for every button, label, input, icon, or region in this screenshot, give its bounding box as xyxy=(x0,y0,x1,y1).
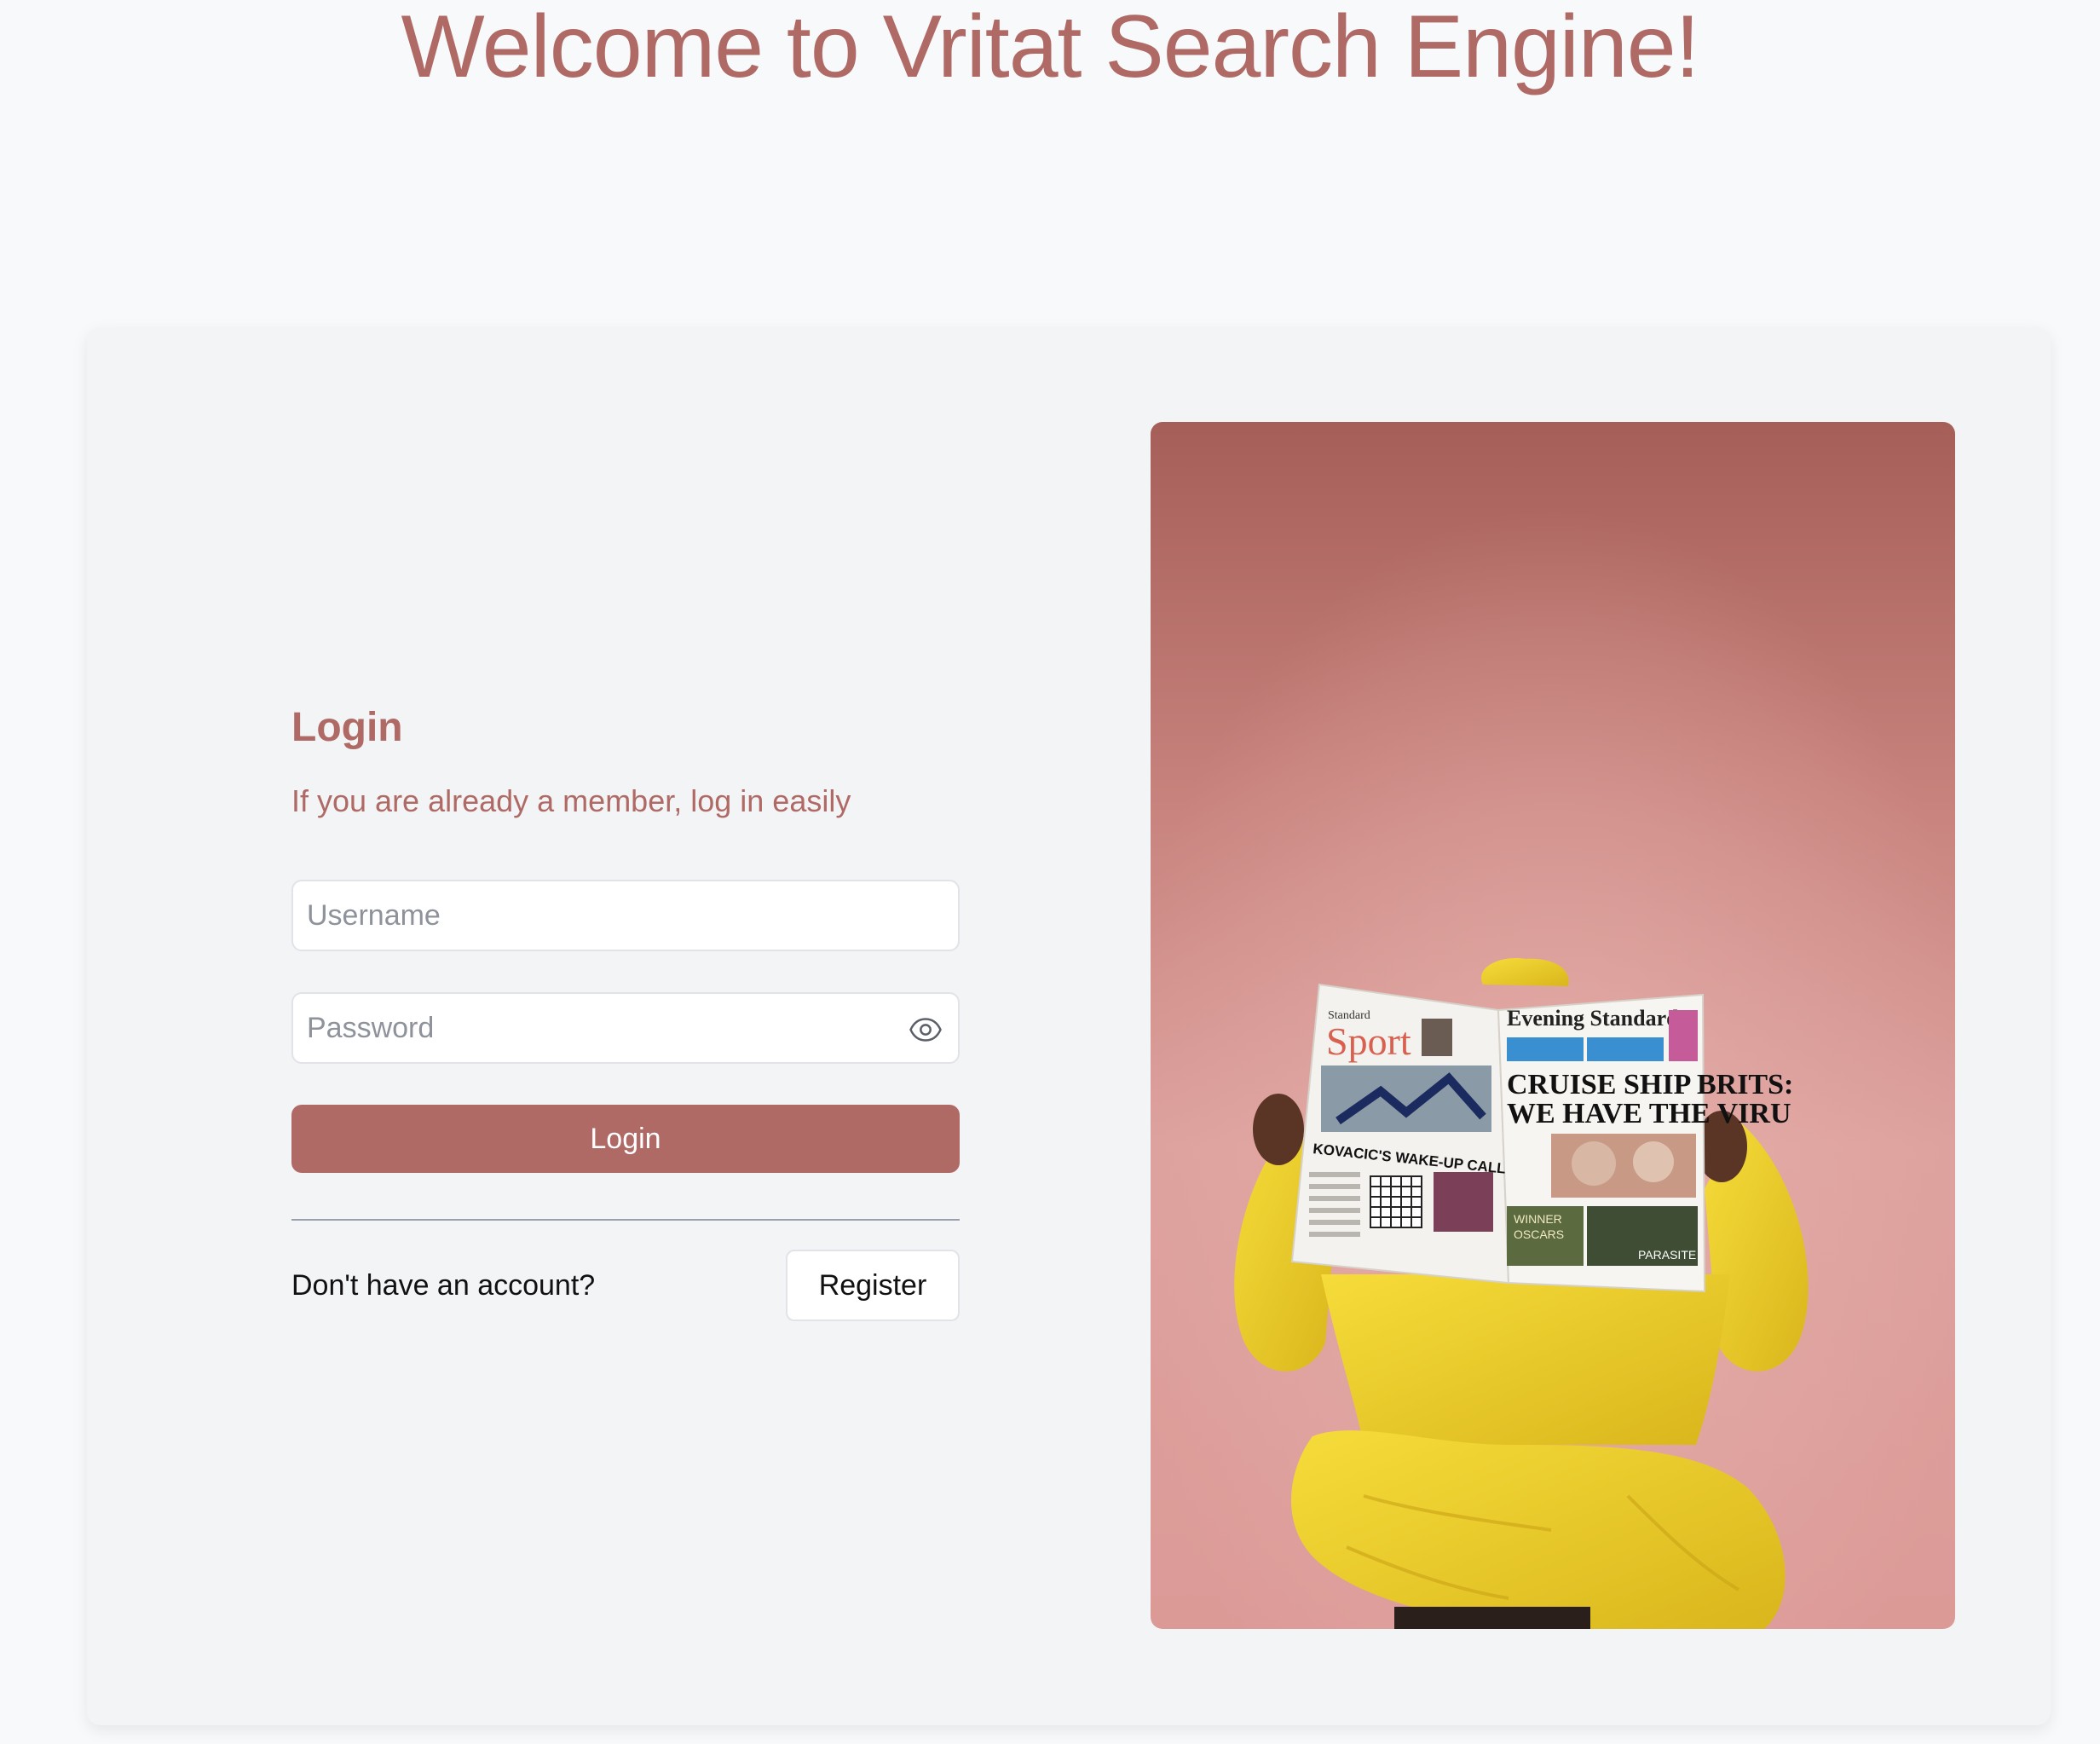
newspaper-parasite: PARASITE xyxy=(1638,1248,1696,1262)
divider xyxy=(291,1219,960,1221)
newspaper-badge-winner: WINNER xyxy=(1514,1212,1562,1226)
login-button[interactable]: Login xyxy=(291,1105,960,1173)
password-input[interactable] xyxy=(293,994,958,1062)
eye-icon[interactable] xyxy=(909,1013,943,1047)
login-card: Login If you are already a member, log i… xyxy=(87,327,2051,1725)
newspaper-badge-oscars: OSCARS xyxy=(1514,1227,1564,1241)
newspaper-headline-1: CRUISE SHIP BRITS: xyxy=(1507,1069,1793,1100)
register-row: Don't have an account? Register xyxy=(291,1250,960,1321)
login-subtitle: If you are already a member, log in easi… xyxy=(291,783,851,818)
hero-image: Standard Sport KOVACIC'S WAKE-UP CALL Ev… xyxy=(1151,422,1955,1629)
login-form: Login If you are already a member, log i… xyxy=(291,702,960,1321)
password-field-wrapper xyxy=(291,992,960,1064)
login-heading: Login xyxy=(291,705,403,750)
left-hand xyxy=(1253,1094,1304,1165)
register-button[interactable]: Register xyxy=(786,1250,960,1321)
newspaper-right-masthead: Evening Standard xyxy=(1507,1006,1679,1031)
welcome-title: Welcome to Vritat Search Engine! xyxy=(401,0,1700,96)
register-prompt: Don't have an account? xyxy=(291,1268,596,1302)
login-page: Welcome to Vritat Search Engine! Login I… xyxy=(0,0,2100,1744)
username-input[interactable] xyxy=(293,881,958,950)
username-field-wrapper xyxy=(291,880,960,951)
newspaper-left-masthead: Sport xyxy=(1326,1019,1411,1063)
newspaper-headline-2: WE HAVE THE VIRU xyxy=(1507,1098,1791,1129)
